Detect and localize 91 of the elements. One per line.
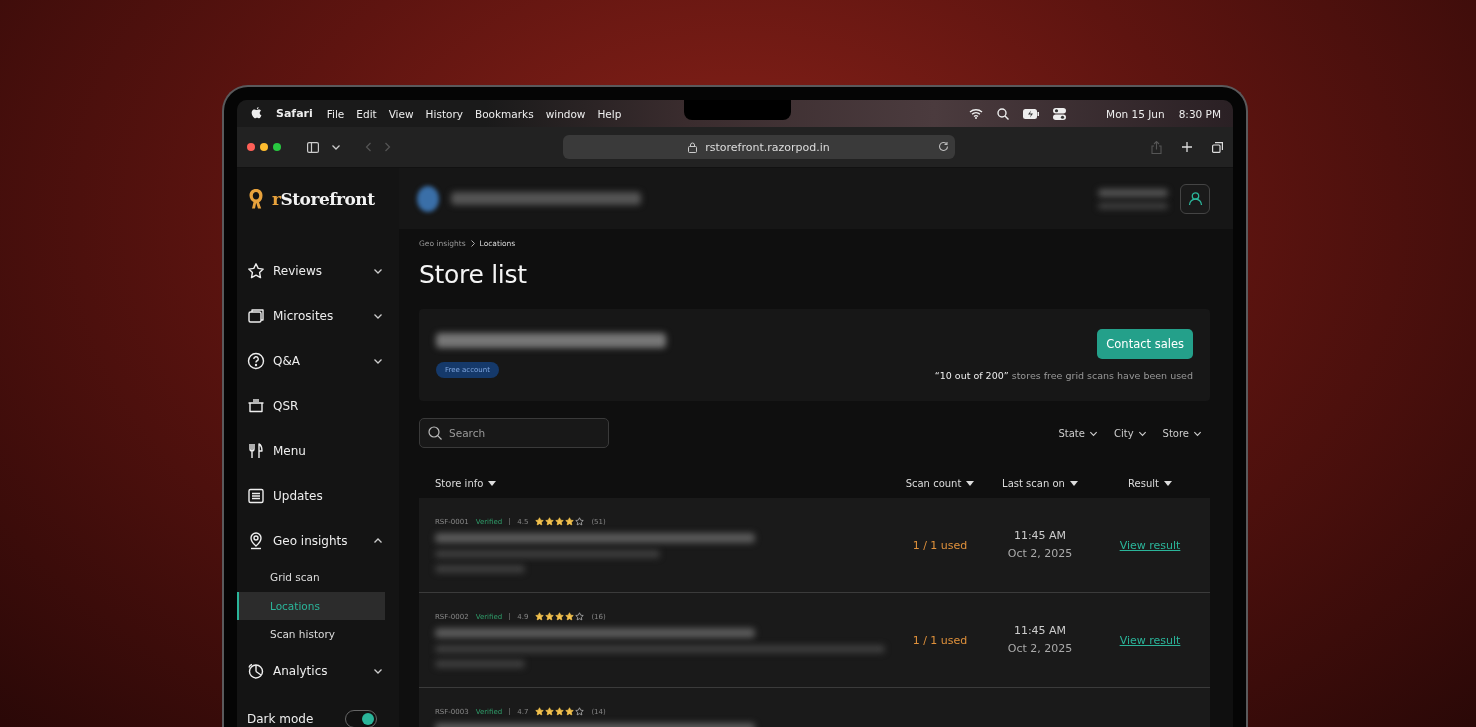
scan-time: 11:45 AM xyxy=(1012,623,1068,639)
blurred-user-info xyxy=(1098,188,1168,209)
caret-icon xyxy=(488,480,497,486)
star-icon xyxy=(575,612,585,621)
lock-icon xyxy=(688,141,698,153)
menubar-menu[interactable]: View xyxy=(388,107,414,120)
app-menu[interactable]: Safari xyxy=(276,107,313,120)
star-icon xyxy=(545,612,555,621)
star-icon xyxy=(575,707,585,716)
pin-icon xyxy=(247,531,265,550)
caret-icon xyxy=(966,480,975,486)
scan-time: 11:45 AM xyxy=(1012,528,1068,544)
nav-item[interactable]: Geo insights xyxy=(237,518,399,563)
zoom-button[interactable] xyxy=(273,143,281,151)
view-result-link[interactable]: View result xyxy=(1119,633,1181,647)
question-icon xyxy=(247,351,265,370)
star-icon xyxy=(575,517,585,526)
chevron-right-icon xyxy=(469,240,476,247)
star-icon xyxy=(535,612,545,621)
sidebar-icon[interactable] xyxy=(307,141,319,153)
tabs-overview-icon[interactable] xyxy=(1212,141,1223,153)
logo-icon xyxy=(248,188,264,210)
star-icon xyxy=(545,707,555,716)
caret-icon xyxy=(1163,480,1172,486)
star-icon xyxy=(535,517,545,526)
usage-note: “10 out of 200” stores free grid scans have been used xyxy=(934,370,1193,381)
page-title: Store list xyxy=(419,260,528,289)
column-header[interactable]: Last scan on xyxy=(1002,477,1065,489)
dark-mode-label: Dark mode xyxy=(247,711,314,726)
star-icon xyxy=(565,707,575,716)
menubar-menu[interactable]: Edit xyxy=(356,107,377,120)
scan-date: Oct 2, 2025 xyxy=(1006,546,1074,562)
nav-subitem[interactable]: Locations xyxy=(237,591,385,620)
nav-item[interactable]: Updates xyxy=(237,473,399,518)
nav-subitem[interactable]: Scan history xyxy=(237,620,399,649)
menubar-menu[interactable]: Bookmarks xyxy=(474,107,534,120)
star-icon xyxy=(247,261,265,280)
profile-button[interactable] xyxy=(1180,183,1210,214)
user-icon xyxy=(1187,191,1203,206)
scan-count: 1 / 1 used xyxy=(911,633,969,647)
column-header[interactable]: Scan count xyxy=(905,477,962,489)
close-button[interactable] xyxy=(247,143,255,151)
nav-item[interactable]: Analytics xyxy=(237,648,399,694)
nav-item[interactable]: Reviews xyxy=(237,248,399,293)
menubar-menu[interactable]: File xyxy=(326,107,345,120)
filter-dropdown[interactable]: State xyxy=(1058,427,1098,439)
apple-logo-icon xyxy=(251,107,262,120)
star-icon xyxy=(535,707,545,716)
nav-item[interactable]: Microsites xyxy=(237,293,399,338)
chevron-down-icon xyxy=(373,666,383,676)
column-header[interactable]: Store info xyxy=(435,477,484,489)
menubar-menu[interactable]: Help xyxy=(597,107,622,120)
star-icon xyxy=(565,517,575,526)
star-icon xyxy=(545,517,555,526)
reload-icon[interactable] xyxy=(938,141,949,152)
pot-icon xyxy=(247,396,265,415)
store-logo-placeholder xyxy=(417,185,439,212)
menu-bar-time: 8:30 PM xyxy=(1178,107,1221,120)
star-icon xyxy=(555,612,565,621)
scan-count: 1 / 1 used xyxy=(911,538,969,552)
menu-bar-date: Mon 15 Jun xyxy=(1106,107,1165,120)
address-bar[interactable]: rstorefront.razorpod.in xyxy=(563,135,955,159)
star-icon xyxy=(555,517,565,526)
filter-dropdown[interactable]: Store xyxy=(1162,427,1202,439)
chart-icon xyxy=(247,662,265,680)
search-field[interactable]: Search xyxy=(419,418,609,448)
star-icon xyxy=(565,612,575,621)
nav-subitem[interactable]: Grid scan xyxy=(237,563,399,592)
search-icon[interactable] xyxy=(997,107,1010,120)
column-header[interactable]: Result xyxy=(1128,477,1159,489)
cutlery-icon xyxy=(247,441,265,460)
logo-text: rStorefront xyxy=(272,189,375,209)
nav-item[interactable]: Menu xyxy=(237,428,399,473)
wifi-icon[interactable] xyxy=(969,108,984,119)
minimize-button[interactable] xyxy=(260,143,268,151)
view-result-link[interactable]: View result xyxy=(1119,538,1181,552)
filter-dropdown[interactable]: City xyxy=(1113,427,1147,439)
battery-icon[interactable] xyxy=(1023,108,1040,119)
control-center-icon[interactable] xyxy=(1053,107,1067,120)
new-tab-icon[interactable] xyxy=(1182,142,1192,152)
chevron-down-icon xyxy=(331,142,341,152)
nav-item[interactable]: QSR xyxy=(237,383,399,428)
nav-item[interactable]: Q&A xyxy=(237,338,399,383)
scan-date: Oct 2, 2025 xyxy=(1006,641,1074,657)
star-icon xyxy=(555,707,565,716)
menubar-menu[interactable]: History xyxy=(425,107,463,120)
list-icon xyxy=(247,486,265,505)
menubar-menu[interactable]: window xyxy=(545,107,586,120)
dark-mode-toggle[interactable] xyxy=(345,709,377,727)
caret-icon xyxy=(1069,480,1078,486)
windows-icon xyxy=(247,306,265,325)
